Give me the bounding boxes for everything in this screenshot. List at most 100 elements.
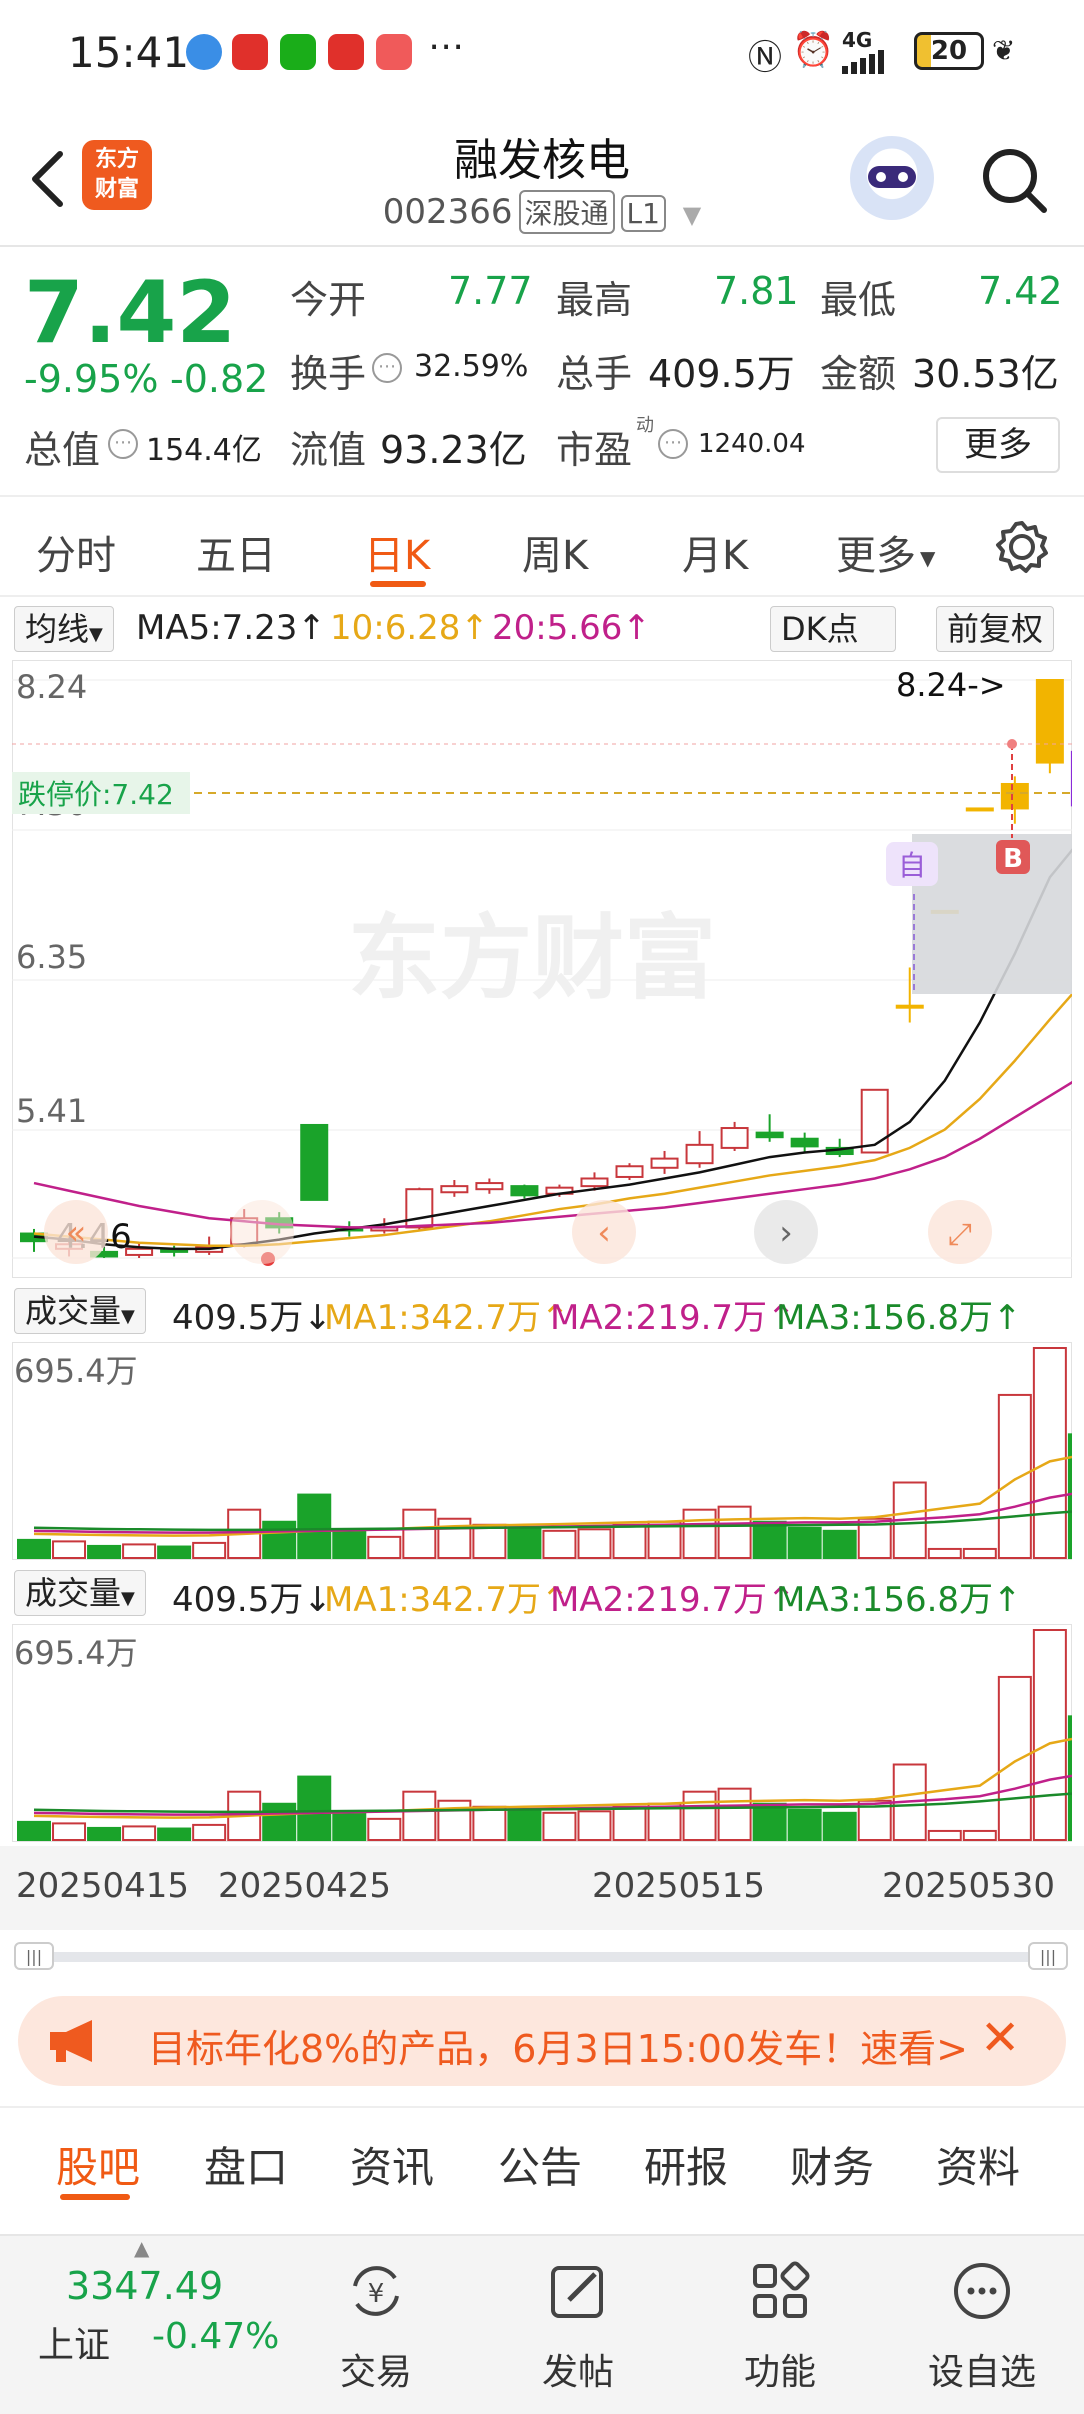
tab-five-day[interactable]: 五日 [196,523,276,581]
open-value: 7.77 [448,269,533,313]
volume-bar [719,1789,751,1840]
volume-bar [263,1522,295,1558]
double-left-icon: « [66,1213,87,1253]
volume-bar [578,1529,610,1558]
tab-announcements[interactable]: 公告 [498,2134,582,2195]
megaphone-icon [46,2016,102,2066]
high-value: 7.81 [714,269,799,313]
search-icon[interactable] [980,146,1050,216]
chart-scrollbar[interactable]: ||| ||| [14,1942,1068,1970]
volume-bar [298,1777,330,1840]
volume-bar [193,1543,225,1558]
volume-bar [18,1822,50,1840]
dk-point-button[interactable]: DK点 [770,606,896,652]
volume-bar [438,1801,470,1840]
candle-body [897,1006,923,1008]
ma20-value: 20:5.66↑ [492,608,651,648]
tab-guba[interactable]: 股吧 [56,2134,140,2195]
info-icon[interactable]: ⋯ [658,429,688,459]
active-tab-indicator [60,2194,130,2200]
post-button[interactable]: 发帖 [498,2256,658,2395]
alarm-icon: ⏰ [792,30,834,70]
settings-gear-icon[interactable] [994,519,1050,575]
trade-button[interactable]: ¥ 交易 [296,2256,456,2395]
volume-bar [193,1825,225,1840]
add-watchlist-button[interactable]: 设自选 [902,2256,1062,2395]
volume-bar [1034,1630,1066,1840]
signal-icon [842,50,894,74]
notification-icon [186,34,222,70]
date-label: 20250425 [218,1866,391,1906]
caret-down-icon: ▼ [121,1306,135,1327]
volume-bar [964,1549,996,1558]
banner-text[interactable]: 目标年化8%的产品，6月3日15:00发车！速看> [148,2018,968,2073]
mktcap-label: 总值 [24,419,100,474]
volume-bar [88,1546,120,1558]
tab-finance[interactable]: 财务 [790,2134,874,2195]
volume-bar [298,1495,330,1558]
volume-bar [403,1792,435,1840]
volume-bar [824,1813,856,1840]
bottom-bar: ▲ 3347.49 上证 -0.47% ¥ 交易 发帖 功能 设自选 [0,2234,1084,2414]
tab-monthly-k[interactable]: 月K [682,523,748,581]
tab-news[interactable]: 资讯 [350,2134,434,2195]
dk-label: DK点 [781,610,859,648]
promo-banner[interactable]: 目标年化8%的产品，6月3日15:00发车！速看> ✕ [18,1996,1066,2086]
index-value[interactable]: 3347.49 [66,2264,223,2308]
volume-bar [88,1828,120,1840]
pe-dynamic-mark: 动 [636,411,654,437]
volume-chart[interactable]: 695.4万 [12,1342,1072,1560]
date-label: 20250530 [882,1866,1055,1906]
more-circle-icon [947,2256,1017,2326]
y-label-1: 8.24 [16,668,87,706]
last-price: 7.42 [24,263,236,363]
info-icon[interactable]: ⋯ [108,429,138,459]
function-button[interactable]: 功能 [700,2256,860,2395]
tab-weekly-k[interactable]: 周K [522,523,588,581]
volume-bar [368,1537,400,1558]
adjust-button[interactable]: 前复权 [936,606,1054,652]
open-label: 今开 [290,269,366,324]
volume-selector[interactable]: 成交量▼ [14,1288,146,1334]
tab-more[interactable]: 更多▼ [836,523,935,581]
vol-ma1: MA1:342.7万↑ [324,1290,570,1339]
date-label: 20250415 [16,1866,189,1906]
close-icon[interactable]: ✕ [980,2010,1020,2066]
volume-bar [333,1531,365,1558]
network-label: 4G [842,28,872,52]
assistant-robot-icon[interactable] [850,136,934,220]
volume-bar [1069,1434,1072,1558]
volume-bar [578,1811,610,1840]
tab-daily-k[interactable]: 日K [364,523,430,581]
volume-bar [18,1540,50,1558]
tab-pankou[interactable]: 盘口 [204,2134,288,2195]
volume-chart[interactable]: 695.4万 [12,1624,1072,1842]
indicator-selector[interactable]: 均线▼ [14,606,114,652]
candle-body [476,1183,502,1189]
dropdown-icon[interactable]: ▼ [683,201,701,229]
volume-bar [929,1831,961,1840]
volume-bar [684,1510,716,1558]
kline-chart[interactable]: 东方财富 8.24 7.30 6.35 5.41 跌停价:7.42 8.24->… [12,660,1072,1278]
volume-selector-label: 成交量 [25,1292,121,1330]
vol-value: 409.5万↓ [172,1572,332,1621]
tab-intraday[interactable]: 分时 [36,523,116,581]
volume-bar [508,1810,540,1840]
scroll-right-handle[interactable]: ||| [1028,1942,1068,1970]
zoom-out-button [230,1200,294,1264]
info-icon[interactable]: ⋯ [372,353,402,383]
amount-value: 30.53亿 [912,343,1059,398]
volume-bar [789,1528,821,1558]
tab-research[interactable]: 研报 [644,2134,728,2195]
tab-profile[interactable]: 资料 [936,2134,1020,2195]
volume-indicator-row: 成交量▼ 409.5万↓ MA1:342.7万↑ MA2:219.7万↑ MA3… [0,1288,1084,1338]
more-quote-button[interactable]: 更多 [936,417,1060,473]
candle-body [862,1090,888,1153]
period-tabs: 分时 五日 日K 周K 月K 更多▼ [0,495,1084,597]
edit-icon [543,2256,613,2326]
volume-bar [123,1826,155,1840]
volume-bar [999,1677,1031,1840]
scroll-left-handle[interactable]: ||| [14,1942,54,1970]
volume-selector[interactable]: 成交量▼ [14,1570,146,1616]
volume-bar [123,1544,155,1558]
